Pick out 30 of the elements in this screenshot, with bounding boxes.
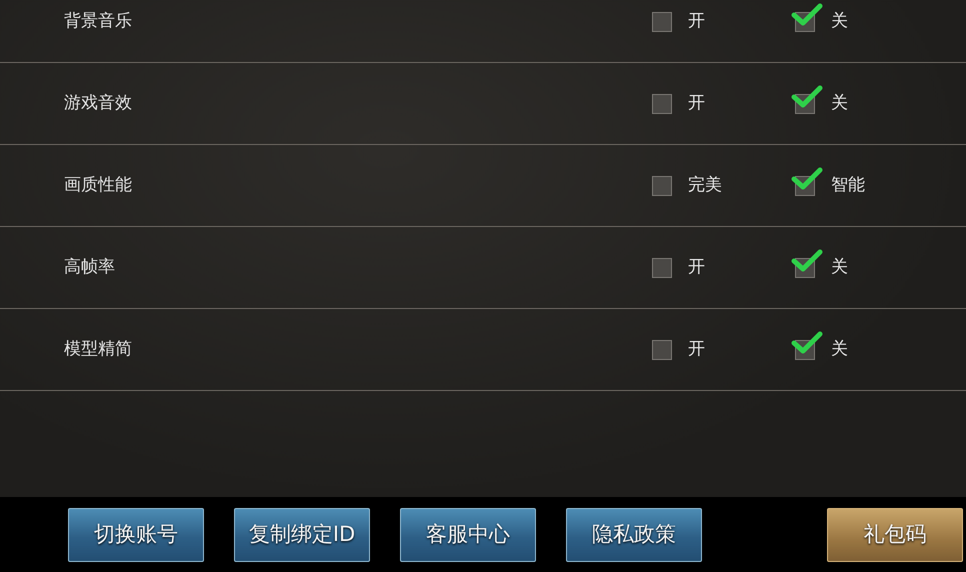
setting-label: 游戏音效: [64, 92, 132, 115]
option-label: 关: [831, 338, 848, 361]
menu-button[interactable]: 隐私政策: [566, 508, 702, 562]
checkbox[interactable]: [791, 2, 823, 32]
option-label: 关: [831, 92, 848, 115]
setting-label: 高帧率: [64, 256, 115, 279]
option-label: 智能: [831, 174, 865, 197]
checkbox[interactable]: [791, 84, 823, 114]
checkbox[interactable]: [791, 248, 823, 278]
checkbox[interactable]: [652, 258, 672, 278]
option-label: 开: [688, 256, 705, 279]
option-label: 完美: [688, 174, 722, 197]
gift-code-button[interactable]: 礼包码: [827, 508, 963, 562]
option-label: 开: [688, 92, 705, 115]
menu-button[interactable]: 复制绑定ID: [234, 508, 370, 562]
menu-button[interactable]: 客服中心: [400, 508, 536, 562]
checkbox[interactable]: [791, 166, 823, 196]
setting-label: 背景音乐: [64, 10, 132, 33]
option-label: 关: [831, 10, 848, 33]
checkbox[interactable]: [652, 176, 672, 196]
checkbox[interactable]: [652, 12, 672, 32]
option-label: 关: [831, 256, 848, 279]
option-label: 开: [688, 338, 705, 361]
checkbox[interactable]: [791, 330, 823, 360]
menu-button[interactable]: 切换账号: [68, 508, 204, 562]
checkbox[interactable]: [652, 340, 672, 360]
setting-label: 模型精简: [64, 338, 132, 361]
setting-label: 画质性能: [64, 174, 132, 197]
checkbox[interactable]: [652, 94, 672, 114]
option-label: 开: [688, 10, 705, 33]
